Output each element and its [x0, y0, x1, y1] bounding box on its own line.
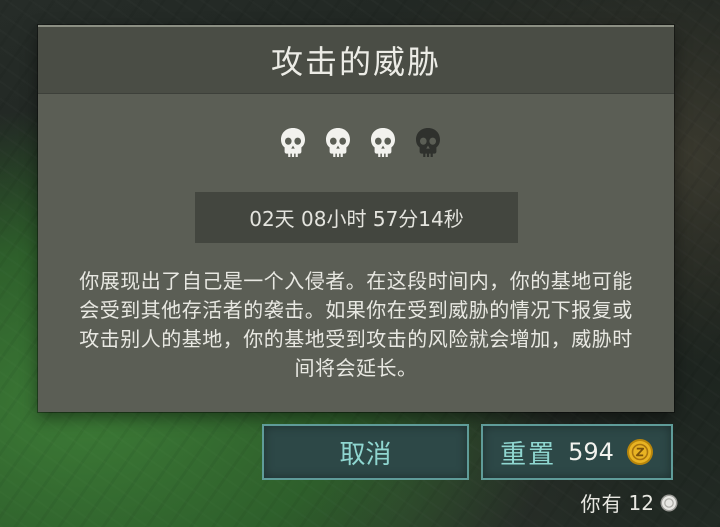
reset-button-label: 重置 [500, 439, 557, 470]
cancel-button[interactable]: 取消 [262, 424, 469, 480]
owned-amount: 12 [628, 490, 654, 515]
skull-icon [415, 128, 440, 157]
skull-icon [370, 128, 395, 157]
threat-description: 你展现出了自己是一个入侵者。在这段时间内，你的基地可能会受到其他存活者的袭击。如… [78, 267, 634, 383]
wallet-balance: 你有 12 [581, 488, 678, 517]
silver-coin-icon [660, 494, 678, 511]
description-text: 你展现出了自己是一个入侵者。在这段时间内，你的基地可能会受到其他存活者的袭击。如… [79, 269, 633, 380]
gold-coin-icon [626, 439, 653, 465]
threat-level-indicator [0, 127, 720, 159]
skull-icon [280, 128, 305, 157]
threat-timer: 02天 08小时 57分14秒 [195, 192, 518, 243]
dialog-header: 攻击的威胁 [38, 27, 674, 94]
reset-button[interactable]: 重置 594 [481, 424, 673, 480]
timer-text: 02天 08小时 57分14秒 [249, 207, 464, 231]
cancel-button-label: 取消 [339, 439, 392, 470]
reset-cost: 594 [568, 438, 614, 466]
dialog-title: 攻击的威胁 [270, 43, 441, 81]
skull-icon [325, 128, 350, 157]
owned-label: 你有 [580, 492, 623, 516]
